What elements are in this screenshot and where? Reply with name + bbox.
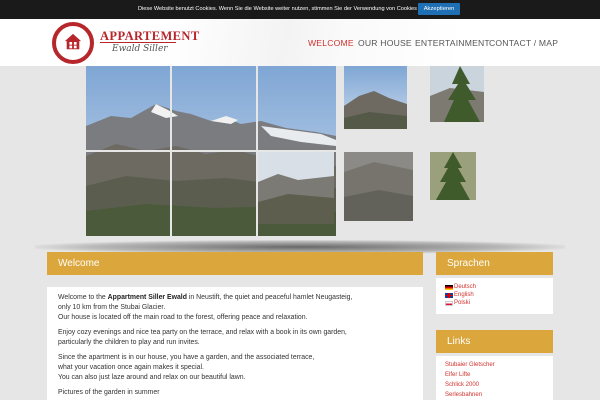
nav-item-welcome[interactable]: WELCOME (308, 38, 354, 48)
nav-item-our-house[interactable]: OUR HOUSE (358, 38, 412, 48)
text-span: in Neustift, the quiet and peaceful haml… (186, 294, 353, 301)
language-label: Polski (454, 300, 471, 306)
text-span: particularly the children to play and ru… (58, 339, 200, 346)
language-label: English (454, 292, 474, 298)
slider-tile[interactable] (258, 152, 334, 224)
cookie-bar: Diese Website benutzt Cookies. Wenn Sie … (0, 0, 600, 19)
flag-pl-icon (445, 300, 453, 306)
text-span: Since the apartment is in our house, you… (58, 354, 315, 361)
welcome-paragraph: Welcome to the Appartment Siller Ewald i… (58, 293, 418, 323)
link-schlick-2000[interactable]: Schlick 2000 (445, 380, 553, 390)
mountain-illustration (344, 91, 407, 129)
language-item-english[interactable]: English (445, 291, 553, 299)
language-item-deutsch[interactable]: Deutsch (445, 283, 553, 291)
flag-de-icon (445, 284, 453, 290)
tree-illustration (436, 152, 470, 200)
mountain-illustration (258, 174, 334, 224)
cookie-accept-button[interactable]: Akzeptieren (418, 3, 460, 15)
language-item-polski[interactable]: Polski (445, 299, 553, 307)
links-heading: Links (436, 330, 553, 353)
welcome-text: Welcome to the Appartment Siller Ewald i… (58, 293, 418, 400)
mountain-illustration (344, 162, 413, 221)
text-span: You can also just laze around and relax … (58, 374, 246, 381)
languages-list: Deutsch English Polski (436, 278, 553, 314)
links-list: Stubaier Gletscher Elfer Lifte Schlick 2… (436, 356, 553, 400)
nav-item-entertainment[interactable]: ENTERTAINMENT (415, 38, 490, 48)
text-span: only 10 km from the Stubai Glacier. (58, 304, 166, 311)
text-span: Enjoy cozy evenings and nice tea party o… (58, 329, 347, 336)
text-span: what your vacation once again makes it s… (58, 364, 204, 371)
welcome-paragraph: Enjoy cozy evenings and nice tea party o… (58, 328, 418, 348)
main-nav: WELCOME OUR HOUSE ENTERTAINMENT CONTACT … (0, 19, 600, 66)
welcome-heading: Welcome (47, 252, 423, 275)
slider-tile[interactable] (430, 152, 476, 200)
cookie-text: Diese Website benutzt Cookies. Wenn Sie … (138, 6, 426, 12)
languages-heading: Sprachen (436, 252, 553, 275)
welcome-paragraph: Since the apartment is in our house, you… (58, 353, 418, 383)
link-serlesbahnen[interactable]: Serlesbahnen (445, 390, 553, 400)
apartment-name: Appartment Siller Ewald (107, 294, 187, 301)
link-stubaier-gletscher[interactable]: Stubaier Gletscher (445, 360, 553, 370)
garden-pictures-caption: Pictures of the garden in summer (58, 389, 160, 396)
slider-tile[interactable] (344, 66, 407, 129)
welcome-content: Welcome to the Appartment Siller Ewald i… (47, 287, 423, 400)
slider-tile[interactable] (344, 152, 413, 221)
link-elfer-lifte[interactable]: Elfer Lifte (445, 370, 553, 380)
slider-tile[interactable] (430, 66, 484, 122)
text-span: Our house is located off the main road t… (58, 314, 308, 321)
flag-uk-icon (445, 292, 453, 298)
tree-illustration (430, 66, 484, 122)
nav-item-contact-map[interactable]: CONTACT / MAP (489, 38, 558, 48)
language-label: Deutsch (454, 284, 477, 290)
text-span: Welcome to the (58, 294, 108, 301)
